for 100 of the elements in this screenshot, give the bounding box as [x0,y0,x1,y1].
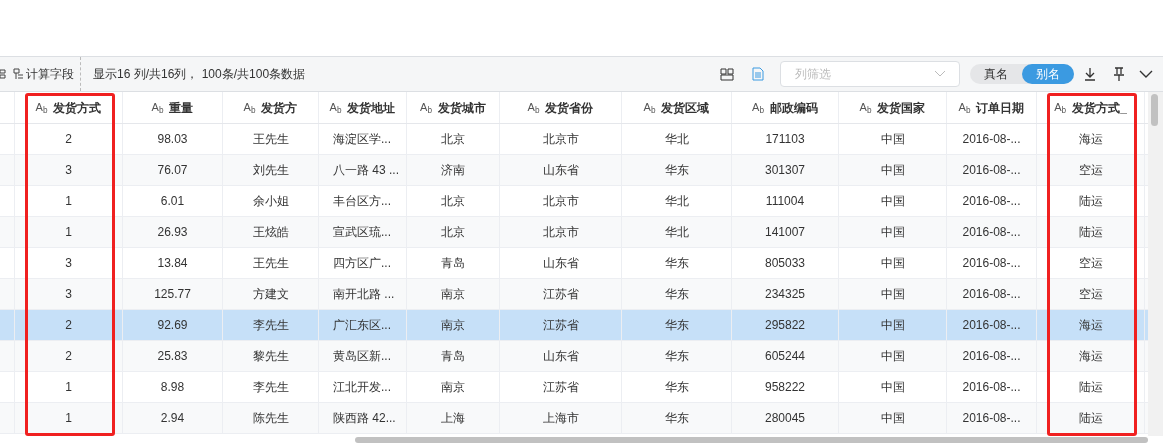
table-cell-text: 南京 [441,286,465,303]
table-cell-text: 92.69 [157,317,188,334]
chevron-down-icon[interactable] [1139,69,1153,79]
table-cell-text: 陆运 [1078,410,1103,427]
table-cell-text: 空运 [1078,162,1103,179]
table-cell-text: 2016-08-... [962,162,1021,179]
table-cell-text: 北京市 [542,131,579,148]
table-cell-text: 295822 [764,317,805,334]
text-type-icon: A$_{b}$ [958,99,971,116]
table-cell-text: 234325 [764,286,805,303]
header-label: 发货地址 [347,99,396,117]
table-cell-text: 1 [65,410,72,427]
header-label: 发货方式 [53,99,102,117]
chevron-down-icon [934,70,946,78]
table-cell-text: 25.83 [157,348,188,365]
table-row[interactable]: 3 13.84 王先生 四方区广... 青岛 山东省 华东 805033 中国 2016-08-... 空运 [0,248,1148,279]
text-type-icon: A$_{b}$ [420,99,432,116]
table-cell-text: 刘先生 [252,162,289,179]
table-cell-text: 2016-08-... [962,224,1021,241]
table-cell-text: 青岛 [441,348,465,365]
table-cell-text: 2.94 [160,410,185,427]
text-type-icon: A$_{b}$ [329,99,342,116]
table-cell-text: 黄岛区新... [333,348,391,365]
table-row[interactable]: 2 25.83 黎先生 黄岛区新... 青岛 山东省 华东 605244 中国 2016-08-... 海运 [0,341,1148,372]
table-cell-text: 陈先生 [252,410,289,427]
table-row[interactable]: 1 8.98 李先生 江北开发... 南京 江苏省 华东 958222 中国 2016-08-... 陆运 [0,372,1148,403]
table-cell-text: 2016-08-... [962,255,1021,272]
table-cell-text: 华东 [664,379,689,396]
table-row[interactable]: 1 2.94 陈先生 陕西路 42... 上海 上海市 华东 280045 中国 2016-08-... 陆运 [0,403,1148,434]
table-cell-text: 605244 [764,348,805,365]
table-cell-text: 王炫皓 [252,224,289,241]
table-cell-text: 2016-08-... [962,193,1021,210]
table-cell-text: 中国 [880,131,905,148]
table-cell-text: 98.03 [157,131,188,148]
table-row[interactable]: 3 125.77 方建文 南开北路 ... 南京 江苏省 华东 234325 中国 2016-08-... 空运 [0,279,1148,310]
table-cell-text: 26.93 [157,224,188,241]
table-cell-text: 南开北路 ... [333,286,395,303]
text-type-icon: A$_{b}$ [243,99,256,116]
table-cell-text: 1 [65,379,72,396]
table-cell-text: 华北 [664,224,689,241]
table-cell-text: 76.07 [157,162,188,179]
layout-icon[interactable] [720,67,734,81]
table-cell-text: 华东 [664,162,689,179]
table-cell-text: 济南 [441,162,465,179]
table-cell-text: 山东省 [542,348,579,365]
table-cell-text: 805033 [764,255,805,272]
table-cell-text: 3 [65,286,72,303]
table-cell-text: 王先生 [252,131,289,148]
table-cell-text: 海运 [1078,317,1103,334]
header-label: 邮政编码 [769,99,818,117]
table-cell-text: 141007 [764,224,805,241]
toggle-option[interactable]: 真名 [970,64,1022,84]
header-label: 订单日期 [976,99,1025,117]
table-cell-text: 华东 [664,410,689,427]
column-filter-field[interactable]: 列筛选 [780,61,960,87]
table-cell-text: 3 [65,255,72,272]
table-cell-text: 上海 [441,410,465,427]
table-cell-text: 上海市 [542,410,579,427]
table-cell-text: 华东 [664,317,689,334]
table-row[interactable]: 2 98.03 王先生 海淀区学... 北京 北京市 华北 171103 中国 2016-08-... 海运 [0,124,1148,155]
table-cell-text: 2 [65,348,72,365]
table-cell-text: 中国 [880,379,905,396]
table-cell-text: 北京市 [542,224,579,241]
table-cell-text: 四方区广... [333,255,391,272]
table-cell-text: 中国 [880,348,905,365]
pin-icon[interactable] [1113,67,1125,81]
table-cell-text: 中国 [880,162,905,179]
table-cell-text: 2016-08-... [962,379,1021,396]
table-cell-text: 江苏省 [542,286,579,303]
table-row[interactable]: 3 76.07 刘先生 八一路 43 ... 济南 山东省 华东 301307 中国 2016-08-... 空运 [0,155,1148,186]
table-cell-text: 南京 [441,379,465,396]
table-cell-text: 中国 [880,255,905,272]
table-cell-text: 王先生 [252,255,289,272]
table-cell-text: 中国 [880,410,905,427]
table-cell-text: 中国 [880,224,905,241]
table-row[interactable]: 2 92.69 李先生 广汇东区... 南京 江苏省 华东 295822 中国 2016-08-... 海运 [0,310,1148,341]
table-cell-text: 125.77 [154,286,191,303]
text-type-icon: A$_{b}$ [35,99,48,116]
table-cell-text: 山东省 [542,255,579,272]
table-cell-text: 958222 [764,379,805,396]
calc-field-button[interactable]: 计算字段 [13,57,81,91]
table-cell-text: 北京 [441,193,465,210]
summary-text: 显示16 列/共16列， 100条/共100条数据 [93,66,306,83]
table-cell-text: 中国 [880,193,905,210]
text-type-icon: A$_{b}$ [151,99,164,116]
download-icon[interactable] [1084,67,1096,81]
text-type-icon: A$_{b}$ [859,99,872,116]
table-row[interactable]: 1 6.01 余小姐 丰台区方... 北京 北京市 华北 111004 中国 2016-08-... 陆运 [0,186,1148,217]
table-cell-text: 陆运 [1078,224,1103,241]
table-cell-text: 171103 [765,131,805,148]
table-cell-text: 南京 [441,317,465,334]
table-cell-text: 丰台区方... [333,193,391,210]
header-label: 重量 [169,99,194,117]
table-cell-text: 3 [65,162,72,179]
table-cell-text: 2016-08-... [962,131,1021,148]
header-label: 发货城市 [437,99,486,117]
table-row[interactable]: 1 26.93 王炫皓 宣武区琉... 北京 北京市 华北 141007 中国 2016-08-... 陆运 [0,217,1148,248]
horizontal-scrollbar[interactable] [355,437,1148,443]
table-cell-text: 2016-08-... [962,317,1021,334]
vertical-scrollbar[interactable] [1148,92,1163,436]
